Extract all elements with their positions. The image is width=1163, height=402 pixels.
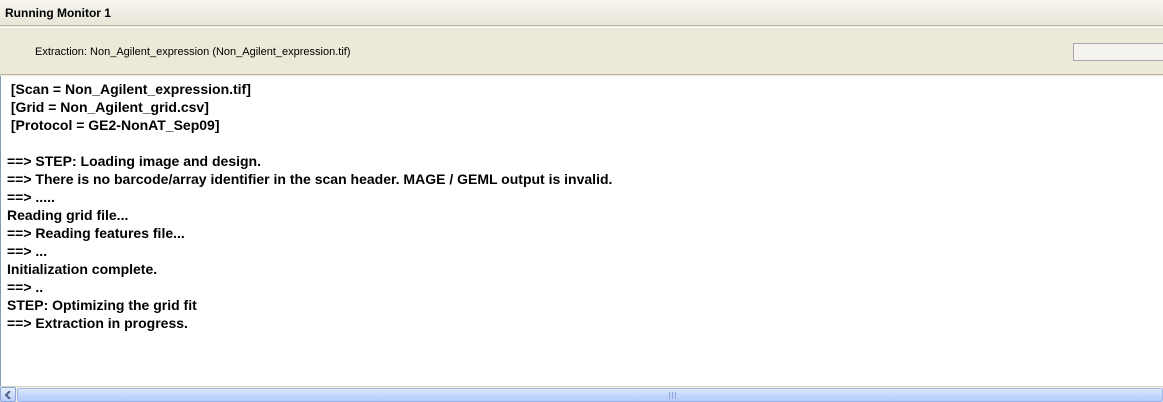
log-line: STEP: Optimizing the grid fit <box>7 297 197 313</box>
log-line: ==> ... <box>7 243 48 259</box>
log-line: ==> There is no barcode/array identifier… <box>7 171 613 187</box>
scroll-thumb[interactable] <box>17 388 1163 402</box>
window-title: Running Monitor 1 <box>5 6 111 20</box>
log-line: ==> STEP: Loading image and design. <box>7 153 261 169</box>
grip-icon <box>669 392 677 399</box>
scroll-left-button[interactable] <box>0 387 16 402</box>
log-line: Reading grid file... <box>7 207 129 223</box>
log-line: [Grid = Non_Agilent_grid.csv] <box>7 99 209 115</box>
progress-bar <box>1073 43 1163 61</box>
log-line: ==> Reading features file... <box>7 225 185 241</box>
log-line: Initialization complete. <box>7 261 158 277</box>
window-title-bar: Running Monitor 1 <box>0 0 1163 26</box>
extraction-status-text: Extraction: Non_Agilent_expression (Non_… <box>35 46 351 58</box>
log-line: [Protocol = GE2-NonAT_Sep09] <box>7 117 220 133</box>
status-strip: Extraction: Non_Agilent_expression (Non_… <box>0 27 1163 75</box>
log-line: ==> ..... <box>7 189 55 205</box>
log-line: [Scan = Non_Agilent_expression.tif] <box>7 81 251 97</box>
horizontal-scrollbar[interactable] <box>0 386 1163 402</box>
running-monitor-window: Running Monitor 1 Extraction: Non_Agilen… <box>0 0 1163 402</box>
chevron-left-icon <box>5 391 11 399</box>
log-line: ==> .. <box>7 279 44 295</box>
log-output-pane[interactable]: [Scan = Non_Agilent_expression.tif] [Gri… <box>0 76 1163 386</box>
log-line: ==> Extraction in progress. <box>7 315 188 331</box>
